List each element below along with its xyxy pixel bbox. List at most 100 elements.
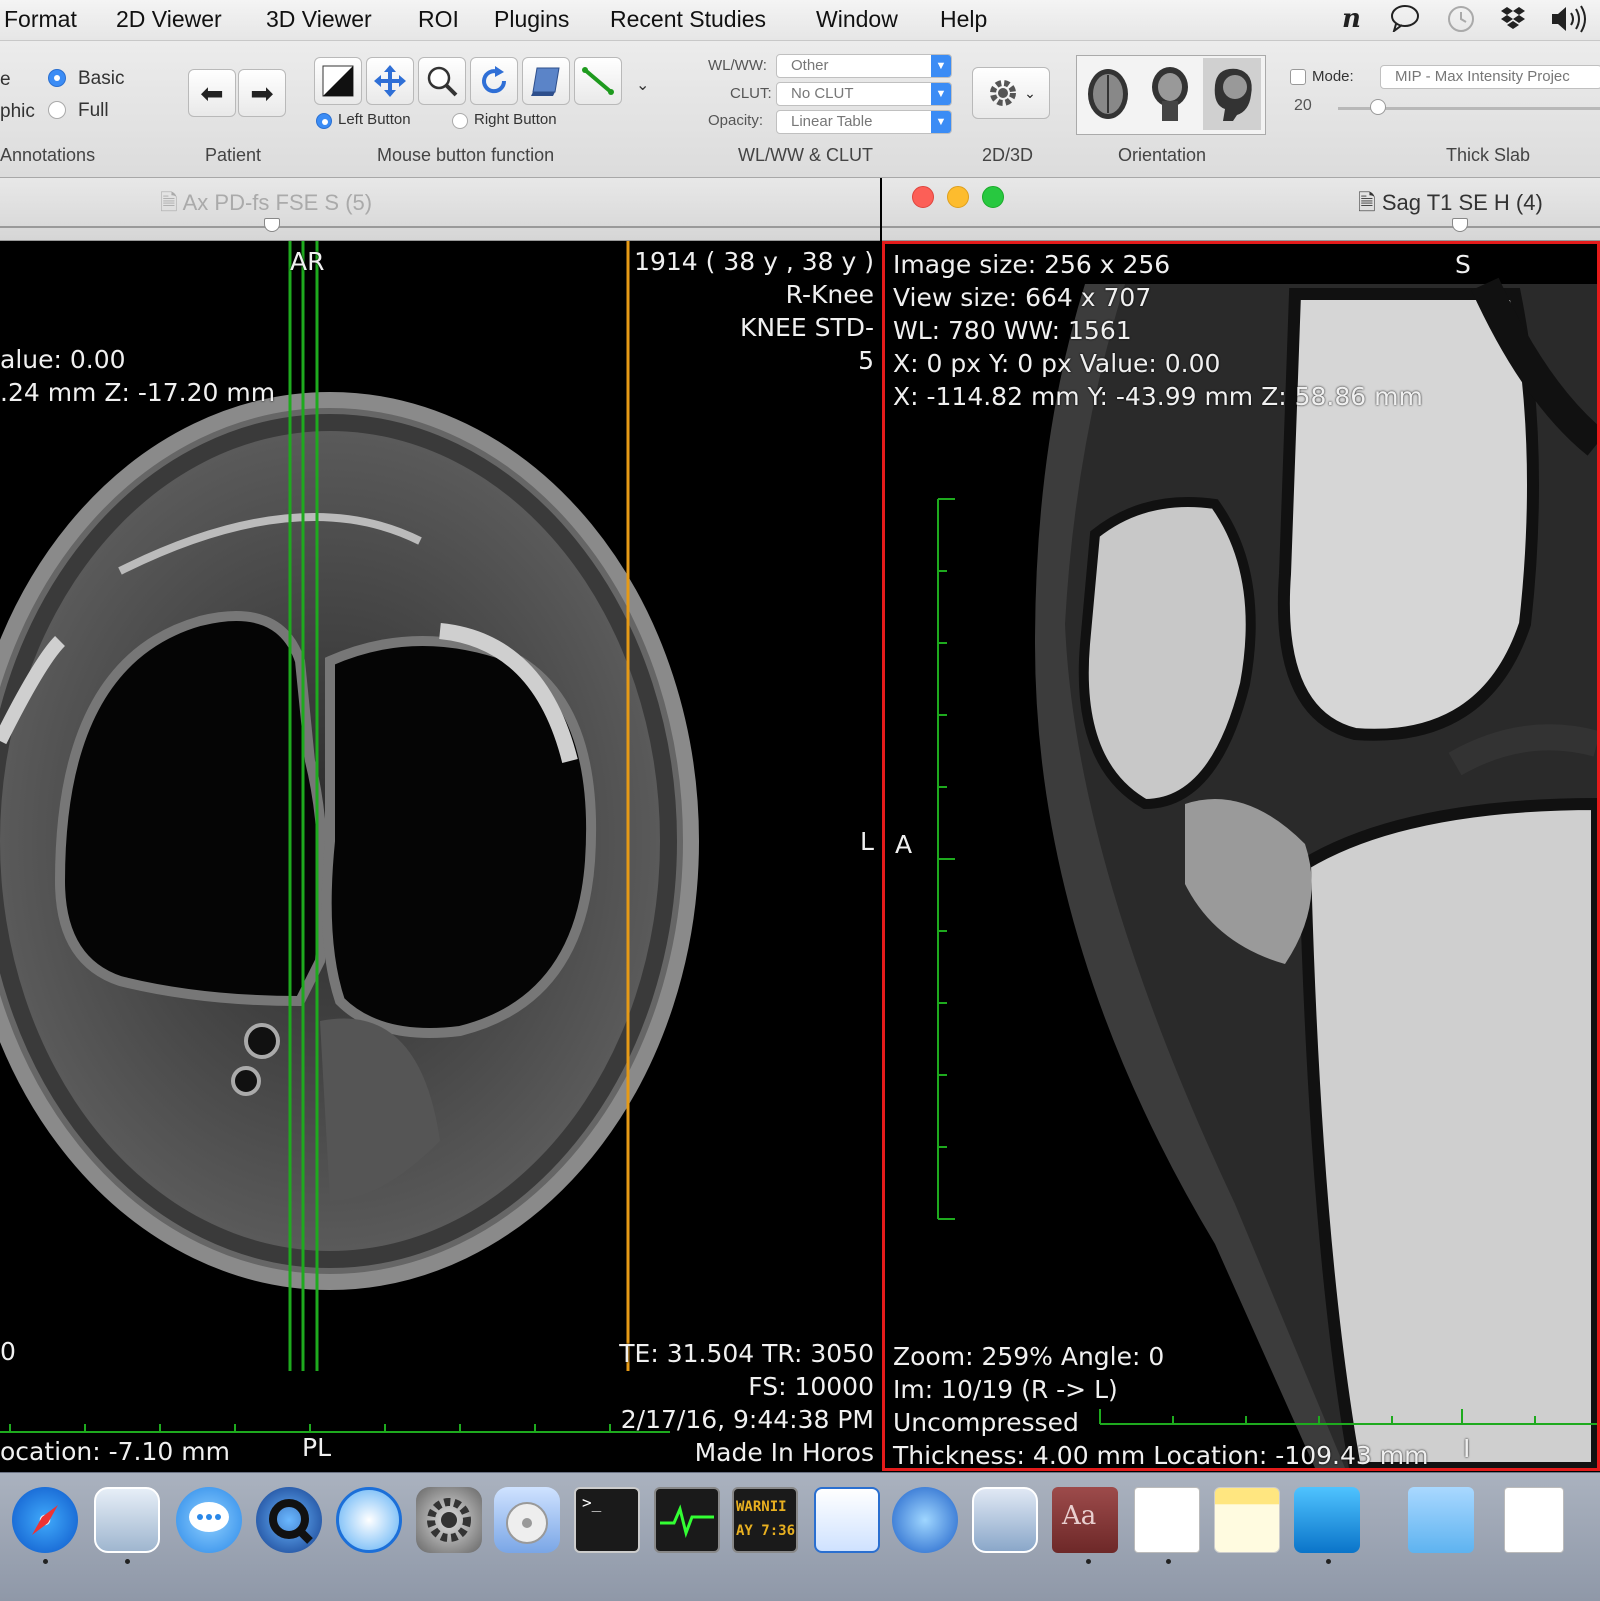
chevron-down-icon: ▼ <box>931 111 951 133</box>
arrow-right-icon: ➡ <box>250 77 274 109</box>
sagittal-orientation-button[interactable] <box>1203 58 1261 130</box>
annotations-basic-label: Basic <box>78 68 125 89</box>
axial-orientation-button[interactable] <box>1079 58 1137 130</box>
downloads-folder-icon[interactable] <box>1408 1487 1474 1553</box>
sagittal-image-viewport[interactable]: S I A Image size: 256 x 256 View size: 6… <box>882 241 1600 1471</box>
running-indicator <box>1166 1559 1171 1564</box>
opacity-select[interactable]: Linear Table ▼ <box>776 110 952 134</box>
n-icon[interactable]: n <box>1342 4 1361 34</box>
arrow-left-icon: ⬅ <box>200 77 224 109</box>
quicktime-player-icon[interactable] <box>336 1487 402 1553</box>
menu-format[interactable]: Format <box>4 6 77 33</box>
coronal-orientation-button[interactable] <box>1141 58 1199 130</box>
right-image-slider[interactable] <box>882 226 1600 228</box>
thick-slab-slider-thumb[interactable] <box>1370 99 1386 115</box>
dropbox-icon[interactable] <box>1500 4 1526 41</box>
menu-window[interactable]: Window <box>816 6 898 33</box>
horos-icon[interactable] <box>814 1487 880 1553</box>
menu-roi[interactable]: ROI <box>418 6 459 33</box>
safari-icon[interactable] <box>12 1487 78 1553</box>
move-icon <box>374 65 406 97</box>
thick-slab-mode-select[interactable]: MIP - Max Intensity Projec <box>1380 65 1600 89</box>
gear-icon <box>990 80 1017 106</box>
chevron-down-icon: ⌄ <box>1024 84 1036 101</box>
thick-slab-mode-value: MIP - Max Intensity Projec <box>1395 68 1570 85</box>
clut-label: CLUT: <box>730 85 772 102</box>
system-preferences-icon[interactable] <box>416 1487 482 1553</box>
chevron-down-icon[interactable]: ⌄ <box>636 75 649 95</box>
thick-slab-mode-checkbox[interactable] <box>1290 69 1306 85</box>
textedit-icon[interactable] <box>1134 1487 1200 1553</box>
wlww-select[interactable]: Other ▼ <box>776 54 952 78</box>
annotations-partial-label: phic <box>0 101 35 122</box>
quicktime-icon[interactable] <box>256 1487 322 1553</box>
image-info-block: Image size: 256 x 256 View size: 664 x 7… <box>893 248 1423 413</box>
left-image-slider[interactable] <box>0 226 880 228</box>
left-button-radio[interactable] <box>316 113 332 129</box>
clut-value: No CLUT <box>791 85 854 102</box>
right-image-slider-thumb[interactable] <box>1452 218 1468 232</box>
pixel-value-readout: alue: 0.00 <box>0 345 126 374</box>
contrast-icon <box>322 65 354 97</box>
annotations-full-radio[interactable] <box>48 101 66 119</box>
sagittal-knee-image <box>937 277 1597 1468</box>
orientation-marker-bottom: PL <box>302 1433 332 1462</box>
rotate-tool-button[interactable] <box>470 57 518 105</box>
slice-location: ocation: -7.10 mm <box>0 1437 230 1466</box>
terminal-icon[interactable]: >_ <box>574 1487 640 1553</box>
orientation-marker-top: AR <box>290 247 325 276</box>
zoom-angle-readout: Zoom: 259% Angle: 0 <box>893 1342 1165 1371</box>
view-info-block: Zoom: 259% Angle: 0 Im: 10/19 (R -> L) U… <box>893 1340 1428 1468</box>
menu-help[interactable]: Help <box>940 6 987 33</box>
menu-2d-viewer[interactable]: 2D Viewer <box>116 6 222 33</box>
zoom-tool-button[interactable] <box>418 57 466 105</box>
left-image-slider-thumb[interactable] <box>264 218 280 232</box>
zoom-window-button[interactable] <box>982 186 1004 208</box>
wl-ww-readout: WL: 780 WW: 1561 <box>893 316 1132 345</box>
pixel-value-readout: X: 0 px Y: 0 px Value: 0.00 <box>893 349 1221 378</box>
axial-image-viewport[interactable]: AR PL L alue: 0.00 .24 mm Z: -17.20 mm 1… <box>0 241 880 1471</box>
dvd-player-icon[interactable] <box>494 1487 560 1553</box>
dictionary-icon[interactable]: Aa <box>1052 1487 1118 1553</box>
preview-icon[interactable] <box>94 1487 160 1553</box>
time-machine-icon[interactable] <box>1446 4 1476 41</box>
menu-plugins[interactable]: Plugins <box>494 6 569 33</box>
measure-tool-button[interactable] <box>574 57 622 105</box>
network-utility-icon[interactable] <box>892 1487 958 1553</box>
volume-icon[interactable] <box>1550 4 1590 41</box>
brain-sagittal-icon <box>1214 68 1252 121</box>
close-window-button[interactable] <box>912 186 934 208</box>
right-viewer-title-text: Sag T1 SE H (4) <box>1381 190 1543 215</box>
stack-icon <box>531 67 560 96</box>
wlww-value: Other <box>791 57 829 74</box>
console-icon[interactable]: WARNII AY 7:36 <box>732 1487 798 1553</box>
right-button-radio[interactable] <box>452 113 468 129</box>
right-viewer-title: 🗎 Sag T1 SE H (4) <box>1358 186 1543 224</box>
messages-icon[interactable] <box>176 1487 242 1553</box>
activity-monitor-icon[interactable] <box>654 1487 720 1553</box>
brain-axial-icon <box>1088 69 1128 119</box>
menu-recent-studies[interactable]: Recent Studies <box>610 6 766 33</box>
annotations-basic-radio[interactable] <box>48 69 66 87</box>
minimize-window-button[interactable] <box>947 186 969 208</box>
document-icon[interactable] <box>1504 1487 1564 1553</box>
position-readout: X: -114.82 mm Y: -43.99 mm Z: 58.86 mm <box>893 382 1423 411</box>
console-time-text: AY 7:36 <box>736 1523 796 1539</box>
photos-icon[interactable] <box>972 1487 1038 1553</box>
notes-icon[interactable] <box>1214 1487 1280 1553</box>
opacity-label: Opacity: <box>708 112 764 129</box>
running-indicator <box>1326 1559 1331 1564</box>
thick-slab-group-label: Thick Slab <box>1446 145 1531 165</box>
fs-readout: FS: 10000 <box>748 1372 874 1401</box>
next-patient-button[interactable]: ➡ <box>238 69 286 117</box>
ruler-line-icon <box>582 67 614 95</box>
clut-select[interactable]: No CLUT ▼ <box>776 82 952 106</box>
2d3d-menu-button[interactable]: ⌄ <box>972 67 1050 119</box>
messages-status-icon[interactable] <box>1390 4 1420 39</box>
wl-tool-button[interactable] <box>314 57 362 105</box>
horos-viewer-icon[interactable] <box>1294 1487 1360 1553</box>
pan-tool-button[interactable] <box>366 57 414 105</box>
menu-3d-viewer[interactable]: 3D Viewer <box>266 6 372 33</box>
scroll-tool-button[interactable] <box>522 57 570 105</box>
previous-patient-button[interactable]: ⬅ <box>188 69 236 117</box>
